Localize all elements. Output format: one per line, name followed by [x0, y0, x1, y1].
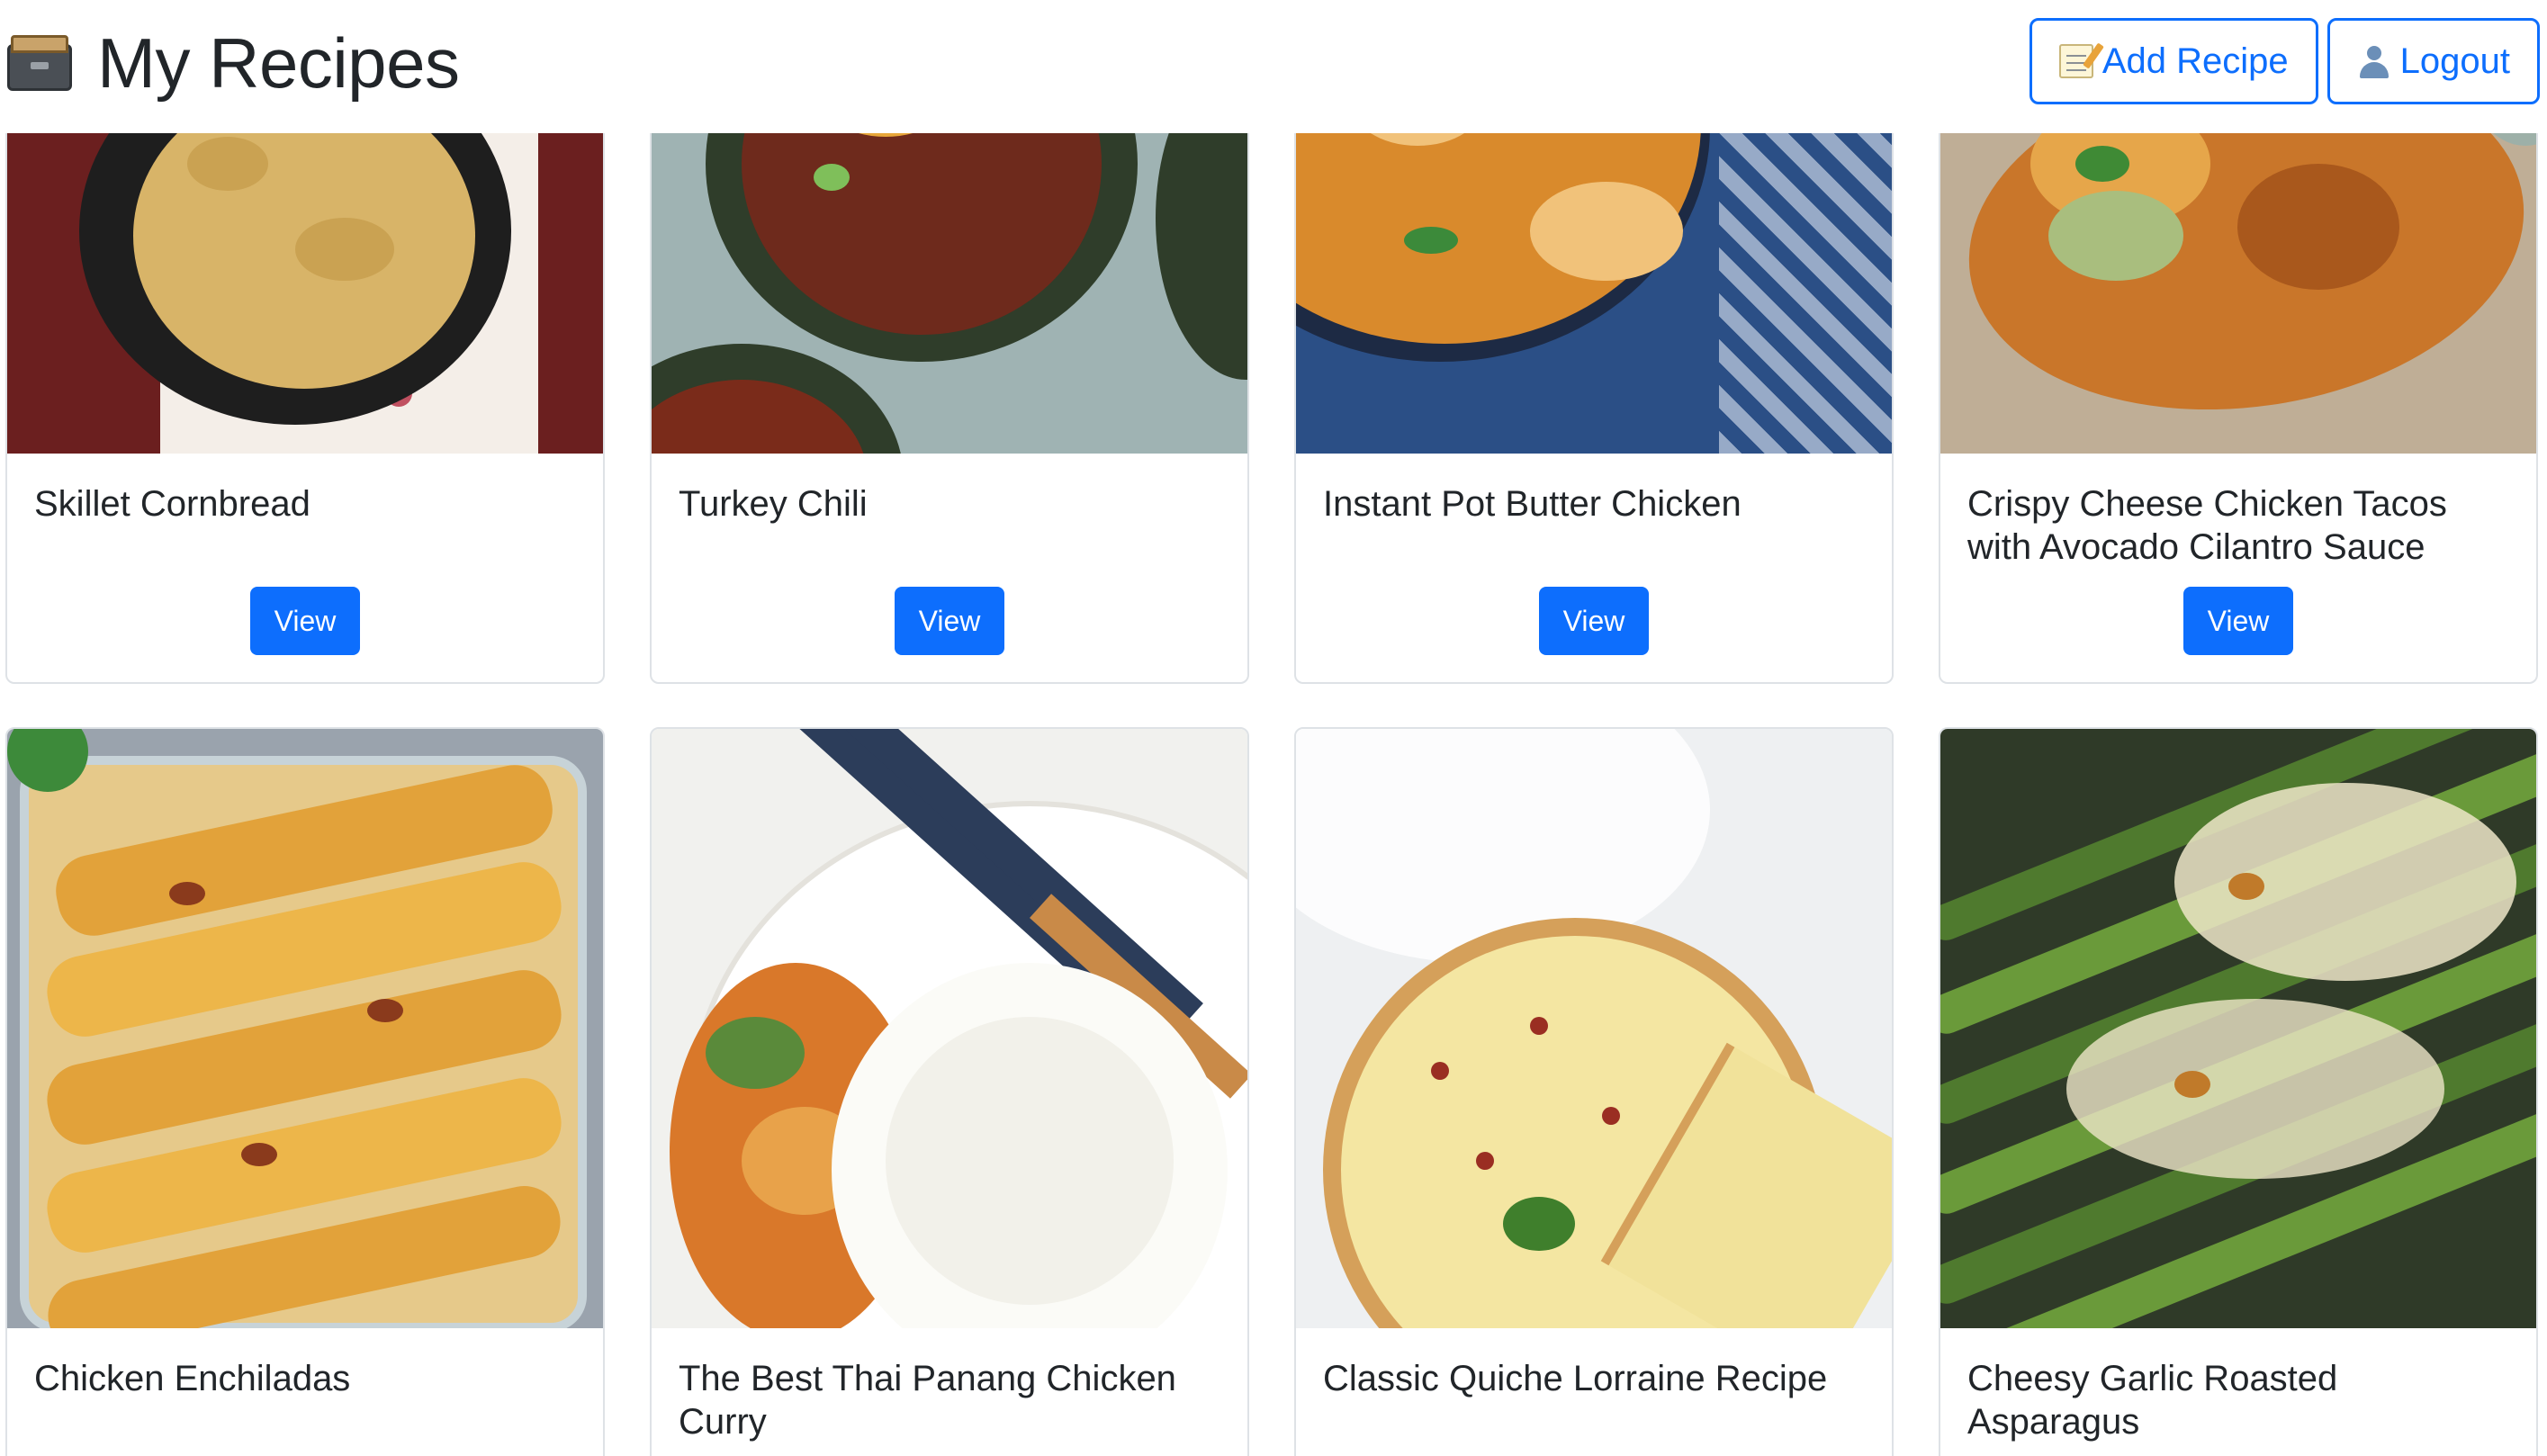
recipe-title: Instant Pot Butter Chicken — [1323, 484, 1742, 524]
recipe-title: Chicken Enchiladas — [34, 1359, 351, 1398]
recipe-image — [1296, 729, 1892, 1328]
view-button[interactable]: View — [250, 587, 360, 655]
page-title: My Recipes — [7, 20, 460, 106]
recipe-card: The Best Thai Panang Chicken Curry — [650, 727, 1249, 1456]
recipe-image — [652, 729, 1247, 1328]
card-file-box-icon — [7, 35, 72, 91]
recipe-title: Skillet Cornbread — [34, 484, 310, 524]
recipe-card: Chicken Enchiladas — [5, 727, 605, 1456]
add-recipe-button[interactable]: Add Recipe — [2029, 18, 2318, 104]
recipe-title: Classic Quiche Lorraine Recipe — [1323, 1359, 1828, 1398]
recipe-image — [7, 729, 603, 1328]
user-silhouette-icon — [2357, 44, 2391, 78]
view-button[interactable]: View — [895, 587, 1004, 655]
recipe-card: Classic Quiche Lorraine Recipe — [1294, 727, 1894, 1456]
recipe-card: Cheesy Garlic Roasted Asparagus — [1939, 727, 2538, 1456]
page-header: My Recipes Add Recipe Logout — [0, 0, 2547, 133]
header-actions: Add Recipe Logout — [2029, 18, 2540, 104]
memo-icon — [2058, 44, 2093, 78]
recipe-title: Turkey Chili — [679, 484, 868, 524]
recipe-title: Cheesy Garlic Roasted Asparagus — [1967, 1359, 2338, 1442]
recipe-image — [1940, 729, 2536, 1328]
add-recipe-label: Add Recipe — [2102, 40, 2289, 81]
view-button[interactable]: View — [1539, 587, 1649, 655]
recipe-title: The Best Thai Panang Chicken Curry — [679, 1359, 1176, 1442]
page-title-text: My Recipes — [97, 22, 460, 103]
recipe-grid: Skillet Cornbread View Turkey Chili View — [0, 0, 2547, 1456]
view-button[interactable]: View — [2183, 587, 2293, 655]
logout-label: Logout — [2399, 40, 2510, 81]
recipe-title: Crispy Cheese Chicken Tacos with Avocado… — [1967, 484, 2447, 567]
logout-button[interactable]: Logout — [2326, 18, 2540, 104]
